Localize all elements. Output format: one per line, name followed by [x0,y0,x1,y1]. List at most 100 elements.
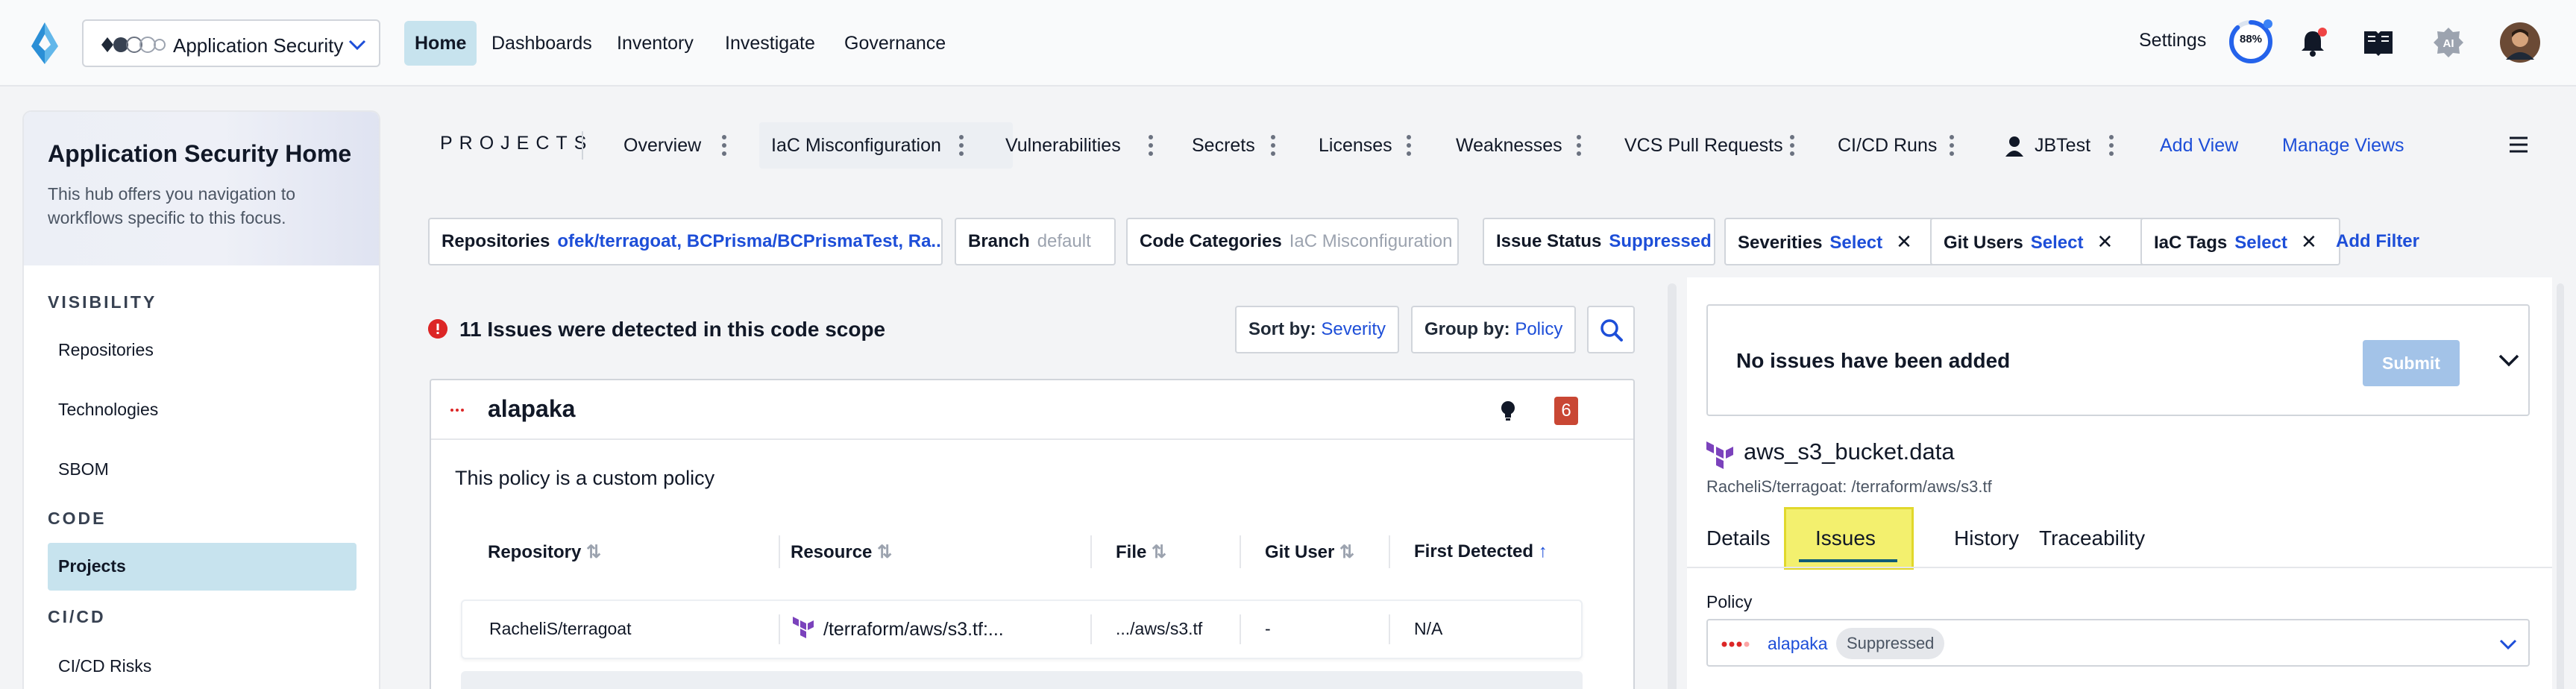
chevron-down-icon [348,40,366,51]
add-filter-link[interactable]: Add Filter [2336,231,2419,252]
tab-issues[interactable]: Issues [1815,526,1876,550]
nav-inventory[interactable]: Inventory [606,21,704,66]
tab-iac-misconfiguration[interactable]: IaC Misconfiguration [759,122,1013,169]
close-icon[interactable]: ✕ [2301,230,2317,253]
column-label: First Detected [1414,541,1534,561]
column-header-git-user[interactable]: Git User ⇅ [1265,541,1354,563]
column-header-resource[interactable]: Resource ⇅ [791,541,892,563]
resource-title: aws_s3_bucket.data [1744,438,1955,465]
tab-vcs-pull-requests[interactable]: VCS Pull Requests [1612,122,1795,169]
column-header-file[interactable]: File ⇅ [1116,541,1166,563]
filter-git-users[interactable]: Git Users Select ✕ [1930,218,2158,265]
kebab-icon[interactable] [722,134,726,157]
lightbulb-icon[interactable] [1499,400,1517,422]
filter-severities[interactable]: Severities Select ✕ [1724,218,1955,265]
kebab-icon[interactable] [1271,134,1275,157]
policy-card-header[interactable]: alapaka 6 [431,380,1633,440]
severity-icon [450,409,464,412]
divider [1240,614,1241,644]
nav-home[interactable]: Home [404,21,477,66]
nav-investigate[interactable]: Investigate [714,21,826,66]
chevron-down-icon[interactable] [2497,350,2521,370]
sort-icon: ⇅ [1339,542,1355,562]
kebab-icon[interactable] [1790,134,1794,157]
sidebar-item-technologies[interactable]: Technologies [58,400,158,420]
issues-panel: 11 Issues were detected in this code sco… [403,277,1671,689]
sidebar-title: Application Security Home [48,140,352,167]
tab-licenses[interactable]: Licenses [1307,122,1404,169]
avatar[interactable] [2500,22,2540,63]
add-view-link[interactable]: Add View [2148,122,2250,169]
divider [779,614,780,644]
sort-by-dropdown[interactable]: Sort by: Severity [1235,306,1400,353]
chevron-down-icon [2499,639,2517,650]
sidebar-header: Application Security Home This hub offer… [24,112,379,265]
tab-vulnerabilities[interactable]: Vulnerabilities [993,122,1133,169]
bell-icon[interactable] [2296,25,2330,60]
filter-value: ofek/terragoat, BCPrisma/BCPrismaTest, R… [557,231,943,251]
tab-overview[interactable]: Overview [612,122,713,169]
sidebar-item-repositories[interactable]: Repositories [58,340,154,360]
group-by-dropdown[interactable]: Group by: Policy [1411,306,1577,353]
app-logo[interactable] [25,21,64,66]
book-icon[interactable] [2361,25,2396,60]
cell-resource-link[interactable]: /terraform/aws/s3.tf:... [823,619,1004,641]
tab-jbtest[interactable]: JBTest [2023,122,2102,169]
kebab-icon[interactable] [959,134,964,157]
kebab-icon[interactable] [2109,134,2114,157]
onboarding-progress[interactable]: 88% [2228,19,2274,65]
filter-repositories[interactable]: Repositories ofek/terragoat, BCPrisma/BCP… [428,218,943,265]
ai-icon[interactable]: AI [2431,25,2466,60]
sidebar-item-cicd-risks[interactable]: CI/CD Risks [58,656,151,676]
column-header-first-detected[interactable]: First Detected ↑ [1414,541,1548,562]
filter-issue-status[interactable]: Issue Status Suppressed [1483,218,1715,265]
column-label: Git User [1265,542,1335,562]
policy-select[interactable]: alapaka Suppressed [1706,619,2530,667]
tab-cicd-runs[interactable]: CI/CD Runs [1826,122,1949,169]
nav-dashboards[interactable]: Dashboards [481,21,603,66]
kebab-icon[interactable] [1407,134,1411,157]
manage-views-link[interactable]: Manage Views [2270,122,2416,169]
divider [779,535,780,568]
product-switcher[interactable]: Application Security [82,19,380,67]
kebab-icon[interactable] [1149,134,1153,157]
table-row[interactable] [461,671,1583,689]
filter-value: Suppressed [1609,231,1712,251]
close-icon[interactable]: ✕ [2096,230,2113,253]
sidebar-item-sbom[interactable]: SBOM [58,459,109,479]
kebab-icon[interactable] [1577,134,1581,157]
top-bar: Application Security Home Dashboards Inv… [0,0,2576,86]
sort-value: Severity [1321,319,1386,339]
table-row[interactable]: RacheliS/terragoat /terraform/aws/s3.tf:… [461,600,1583,659]
nav-governance[interactable]: Governance [834,21,956,66]
filter-code-categories[interactable]: Code Categories IaC Misconfiguration [1126,218,1459,265]
sidebar-item-projects[interactable]: Projects [48,543,356,591]
close-icon[interactable]: ✕ [1896,230,1912,253]
scrollbar[interactable] [2557,283,2564,689]
tab-history[interactable]: History [1954,526,2019,550]
panel-resize-handle[interactable] [1668,283,1677,689]
filter-branch[interactable]: Branch default [955,218,1116,265]
issues-summary: 11 Issues were detected in this code sco… [459,318,886,341]
error-icon [428,319,447,339]
settings-link[interactable]: Settings [2139,30,2206,51]
details-panel: No issues have been added Submit aws_s3_… [1687,277,2552,689]
product-logos-icon [101,37,166,53]
divider [1389,535,1390,568]
filter-label: Repositories [442,231,550,251]
section-code: CODE [48,509,107,528]
section-cicd: CI/CD [48,607,106,626]
submit-button[interactable]: Submit [2363,340,2460,386]
tab-details[interactable]: Details [1706,526,1771,550]
tab-secrets[interactable]: Secrets [1180,122,1267,169]
tab-weaknesses[interactable]: Weaknesses [1444,122,1574,169]
tab-divider [1687,567,2552,568]
filter-iac-tags[interactable]: IaC Tags Select ✕ [2140,218,2340,265]
search-button[interactable] [1587,306,1635,353]
kebab-icon[interactable] [1950,134,1954,157]
column-header-repository[interactable]: Repository ⇅ [488,541,601,563]
tab-traceability[interactable]: Traceability [2039,526,2145,550]
section-visibility: VISIBILITY [48,292,157,312]
search-icon [1600,319,1623,342]
hamburger-menu-icon[interactable] [2509,136,2528,154]
